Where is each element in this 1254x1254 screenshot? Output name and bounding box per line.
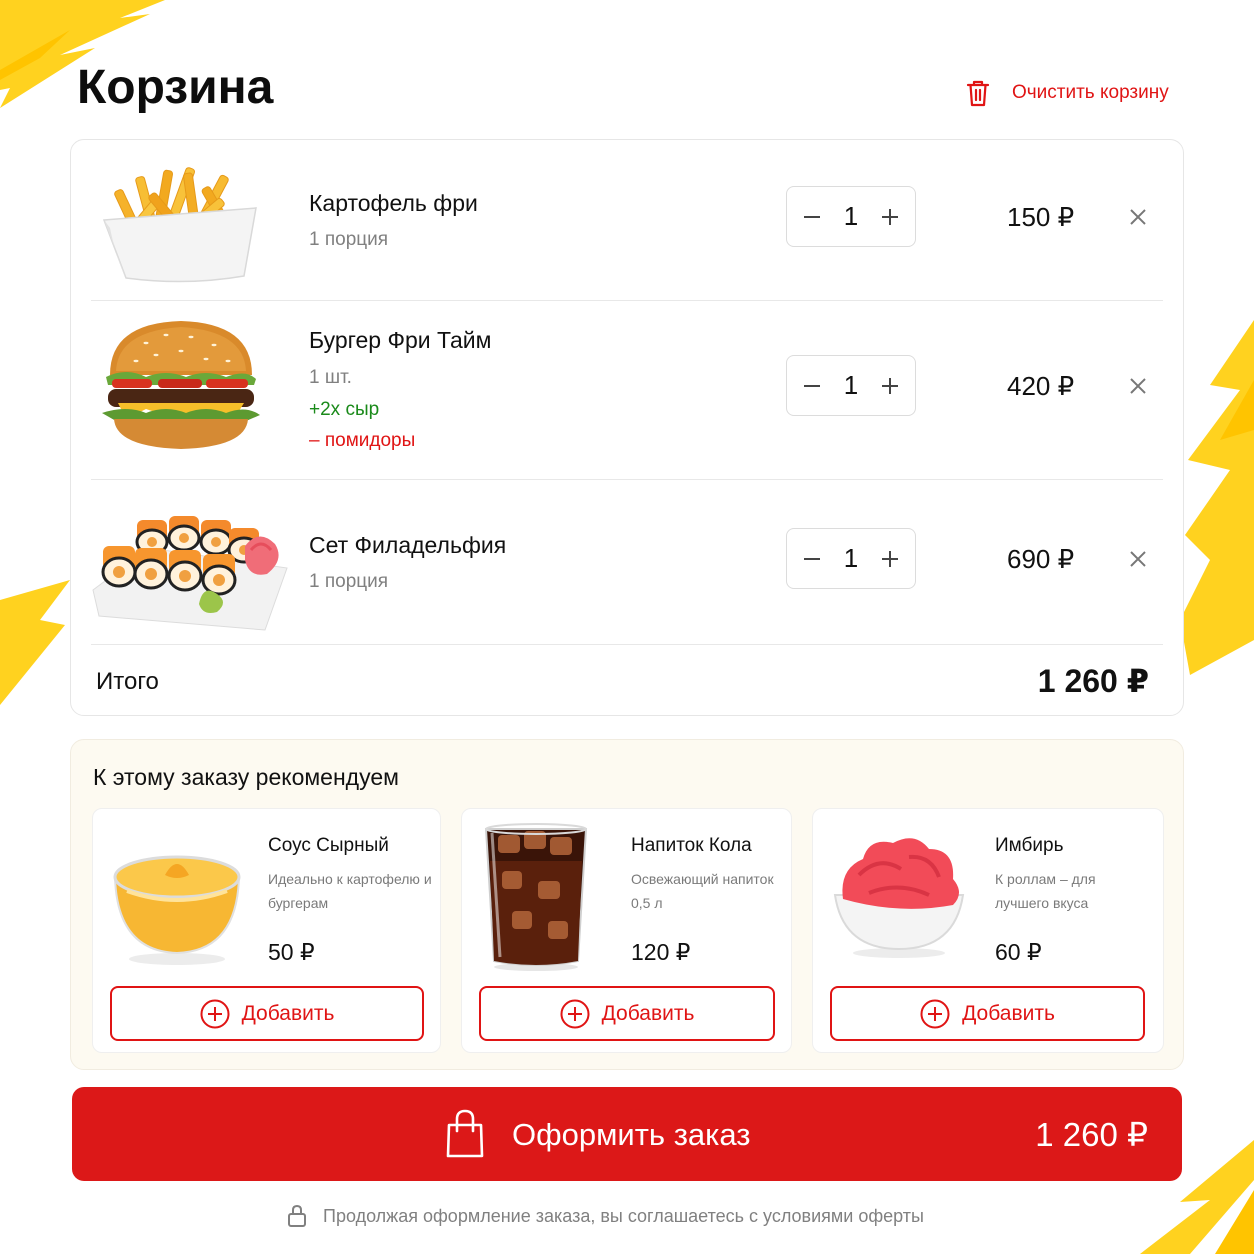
minus-icon (804, 557, 820, 560)
cart-item: Бургер Фри Тайм 1 шт. +2х сыр – помидоры… (71, 301, 1183, 479)
decrease-button[interactable] (801, 375, 823, 397)
brush-stroke-left (0, 580, 70, 705)
cart-item-name: Картофель фри (309, 190, 478, 216)
cart-item-price: 690 ₽ (1007, 544, 1075, 574)
recommendation-price: 60 ₽ (995, 939, 1042, 965)
minus-icon (804, 384, 820, 387)
total-value: 1 260 ₽ (1037, 663, 1149, 699)
checkout-label: Оформить заказ (512, 1117, 751, 1152)
offer-note: Продолжая оформление заказа, вы соглашае… (287, 1202, 924, 1230)
recommendations-panel: К этому заказу рекомендуем Соус Сырный И… (70, 739, 1184, 1070)
checkout-button[interactable]: Оформить заказ 1 260 ₽ (72, 1087, 1182, 1181)
cart-item-price: 150 ₽ (1007, 202, 1075, 232)
recommendation-price: 50 ₽ (268, 939, 315, 965)
fries-image (102, 167, 257, 283)
offer-note-text: Продолжая оформление заказа, вы соглашае… (323, 1205, 924, 1226)
plus-icon (882, 550, 898, 567)
cheese-sauce-image (113, 855, 241, 965)
ginger-image (833, 838, 965, 958)
quantity-value: 1 (843, 201, 859, 231)
cart-item-price: 420 ₽ (1007, 371, 1075, 401)
plus-circle-icon (560, 999, 590, 1028)
modifier-added: +2х сыр (309, 399, 380, 420)
sushi-image (92, 516, 288, 631)
lock-icon (288, 1204, 306, 1227)
cart-item-unit: 1 порция (309, 571, 389, 592)
brush-stroke-right (1180, 320, 1254, 675)
add-recommendation-button[interactable]: Добавить (110, 986, 424, 1041)
cart-item: Картофель фри 1 порция 1 150 ₽ (71, 140, 1183, 300)
burger-image (102, 321, 260, 449)
remove-item-button[interactable] (1128, 376, 1148, 396)
recommendation-name: Напиток Кола (631, 835, 752, 856)
decrease-button[interactable] (801, 548, 823, 570)
decrease-button[interactable] (801, 206, 823, 228)
modifier-removed: – помидоры (309, 430, 416, 451)
cola-image (484, 823, 588, 971)
quantity-stepper: 1 (786, 528, 916, 589)
increase-button[interactable] (879, 548, 901, 570)
row-divider (91, 644, 1163, 645)
cart-list: Картофель фри 1 порция 1 150 ₽ Бургер Фр… (70, 139, 1184, 716)
shopping-bag-icon (446, 1109, 484, 1158)
recommendation-price: 120 ₽ (631, 939, 691, 965)
recommendation-name: Соус Сырный (268, 835, 389, 856)
cart-item: Сет Филадельфия 1 порция 1 690 ₽ (71, 480, 1183, 644)
cart-item-name: Бургер Фри Тайм (309, 327, 492, 353)
recommendation-item: Имбирь К роллам – для лучшего вкуса 60 ₽… (812, 808, 1164, 1053)
add-button-label: Добавить (601, 1001, 695, 1025)
recommendation-desc: К роллам – для лучшего вкуса (995, 871, 1096, 911)
page-title: Корзина (77, 61, 274, 114)
quantity-stepper: 1 (786, 186, 916, 247)
increase-button[interactable] (879, 206, 901, 228)
plus-icon (882, 377, 898, 394)
add-button-label: Добавить (962, 1001, 1055, 1025)
total-label: Итого (96, 668, 159, 695)
clear-cart-label: Очистить корзину (1012, 82, 1169, 103)
quantity-value: 1 (843, 370, 859, 400)
plus-circle-icon (200, 999, 230, 1028)
add-recommendation-button[interactable]: Добавить (830, 986, 1145, 1041)
cart-item-unit: 1 порция (309, 229, 389, 250)
cart-item-unit: 1 шт. (309, 367, 352, 388)
recommendations-title: К этому заказу рекомендуем (93, 764, 399, 790)
plus-circle-icon (920, 999, 950, 1028)
checkout-total: 1 260 ₽ (1035, 1116, 1148, 1153)
increase-button[interactable] (879, 375, 901, 397)
recommendation-name: Имбирь (995, 835, 1064, 856)
quantity-stepper: 1 (786, 355, 916, 416)
trash-icon (966, 80, 990, 107)
recommendation-desc: Идеально к картофелю и бургерам (268, 871, 432, 911)
add-recommendation-button[interactable]: Добавить (479, 986, 775, 1041)
plus-icon (882, 208, 898, 225)
quantity-value: 1 (843, 543, 859, 573)
minus-icon (804, 215, 820, 218)
remove-item-button[interactable] (1128, 207, 1148, 227)
recommendation-item: Соус Сырный Идеально к картофелю и бурге… (92, 808, 441, 1053)
remove-item-button[interactable] (1128, 549, 1148, 569)
recommendation-desc: Освежающий напиток 0,5 л (631, 871, 774, 911)
add-button-label: Добавить (241, 1001, 335, 1025)
cart-item-name: Сет Филадельфия (309, 532, 507, 558)
recommendation-item: Напиток Кола Освежающий напиток 0,5 л 12… (461, 808, 792, 1053)
clear-cart-button[interactable]: Очистить корзину (966, 76, 1169, 110)
